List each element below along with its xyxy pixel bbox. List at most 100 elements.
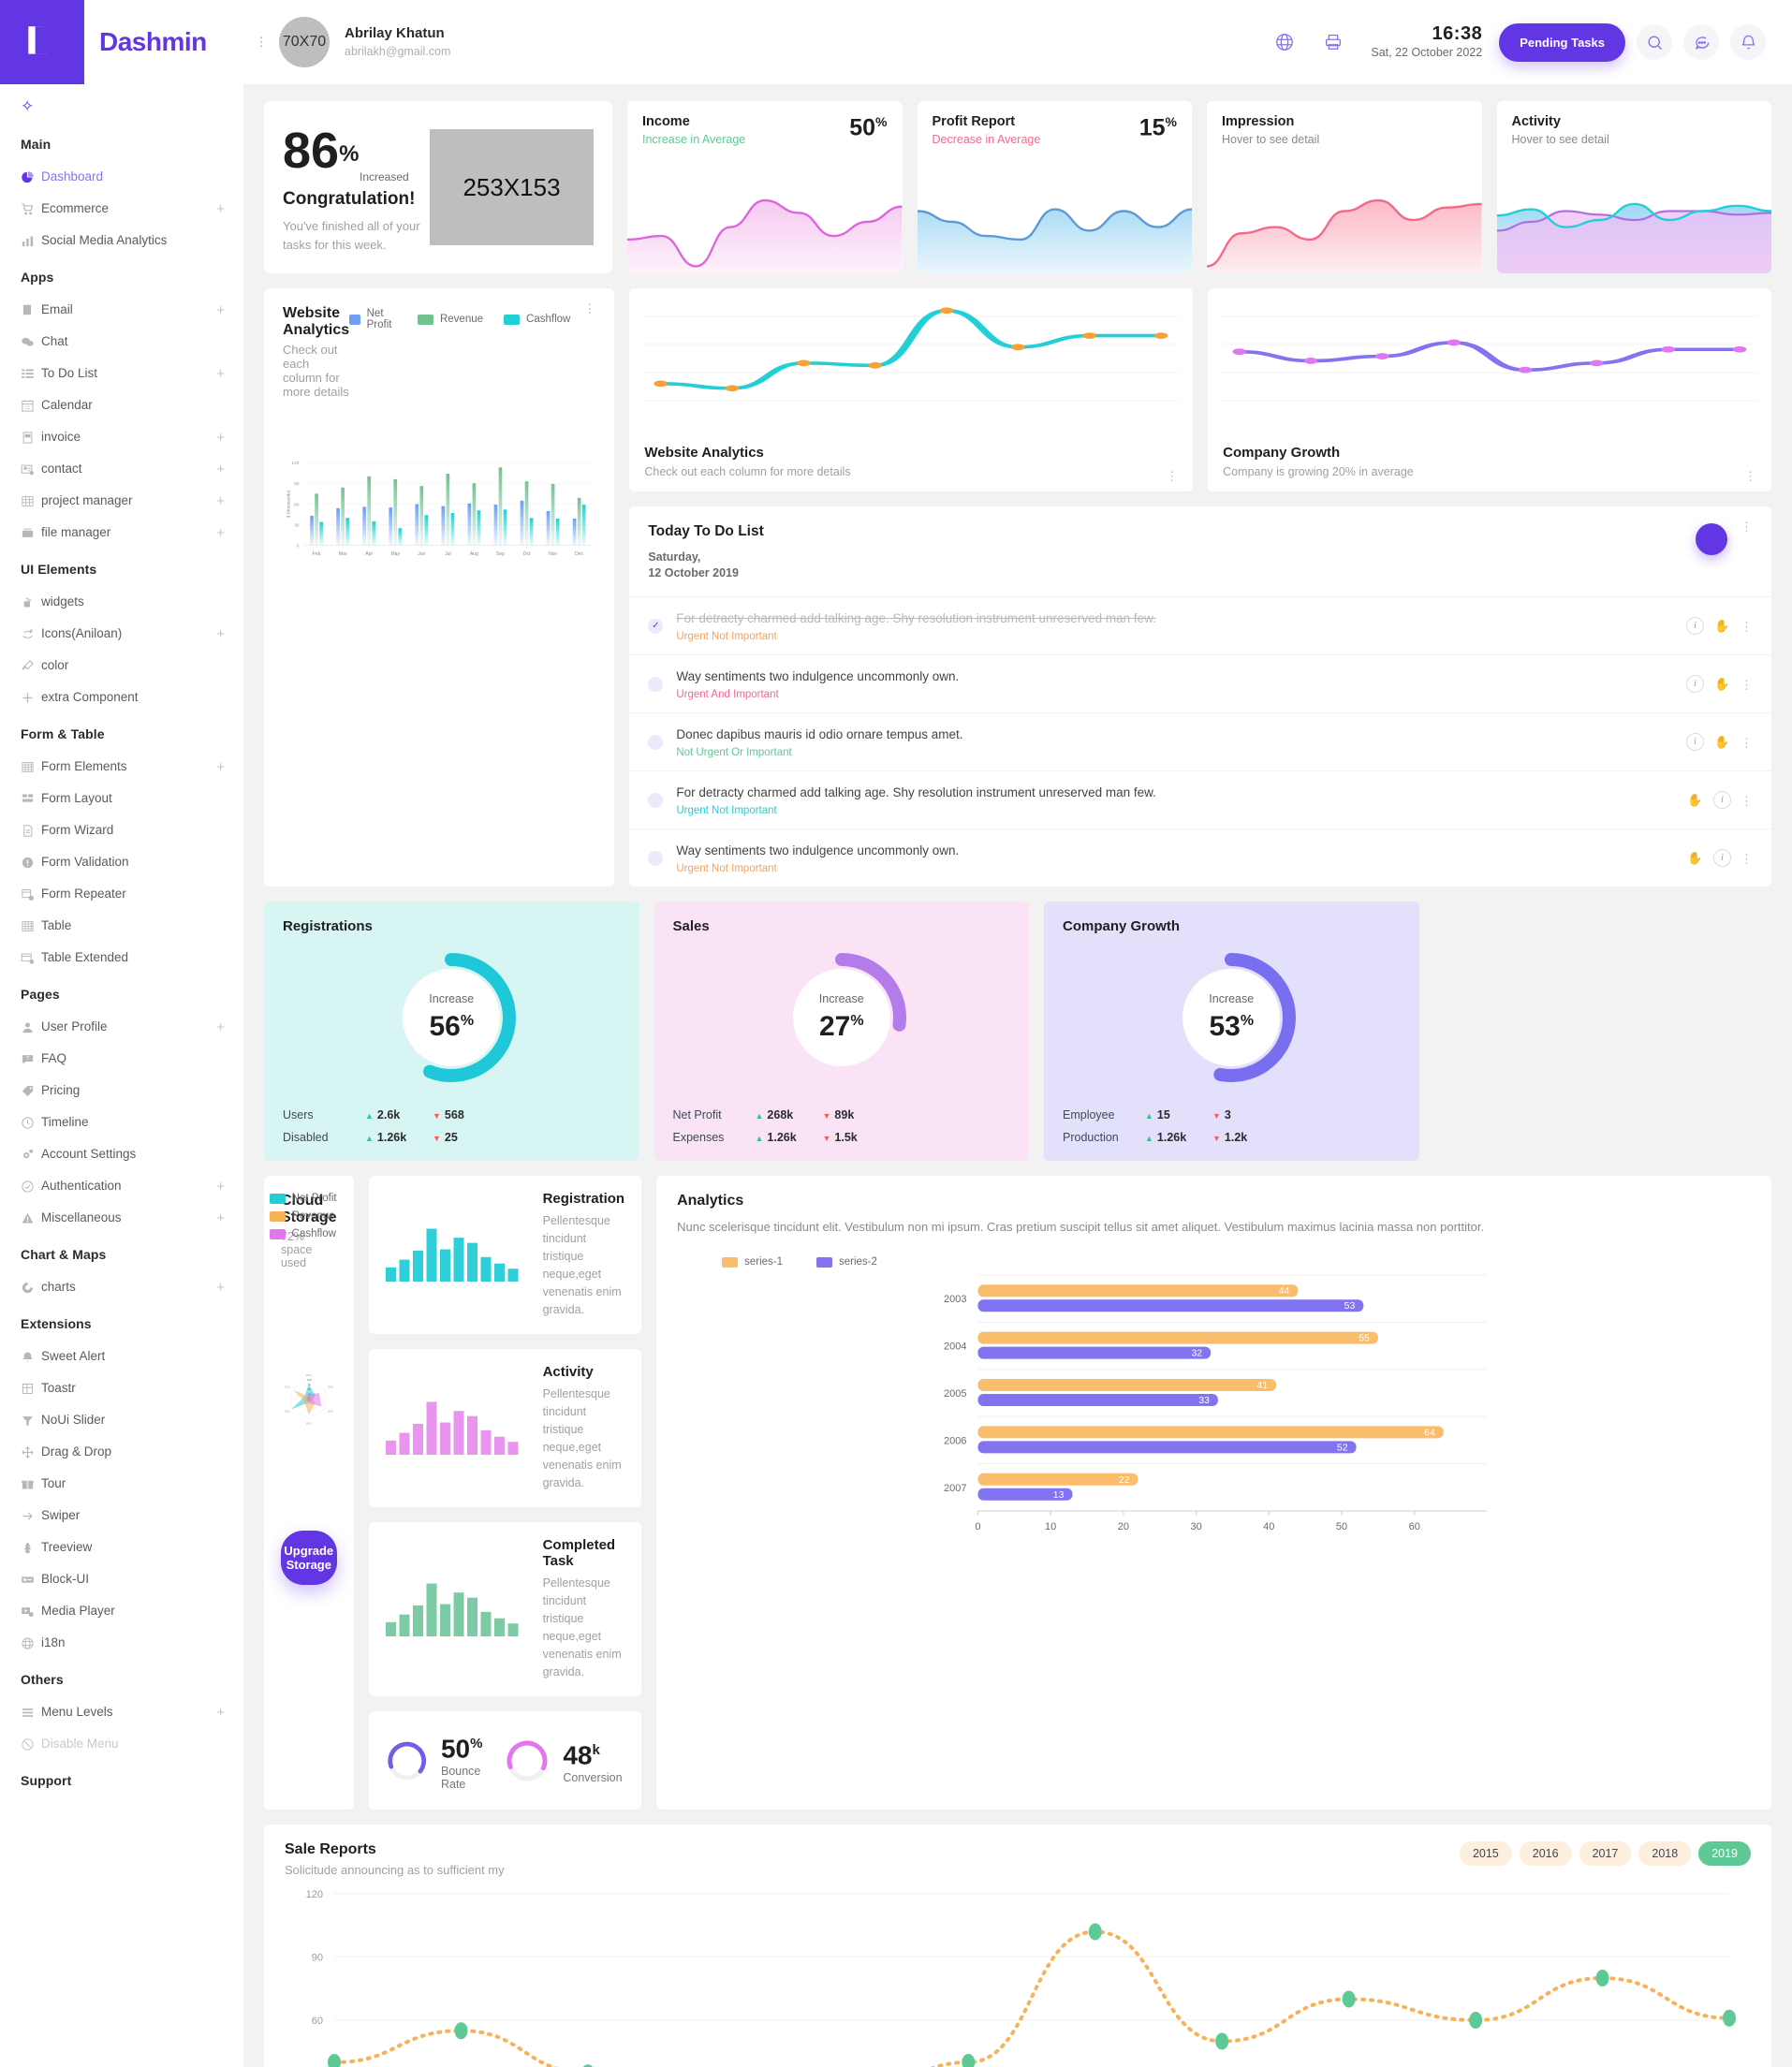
upgrade-storage-button[interactable]: Upgrade Storage <box>281 1531 337 1585</box>
sidebar-item-noui-slider[interactable]: NoUi Slider <box>0 1404 243 1436</box>
todo-list-item[interactable]: ✓ For detracty charmed add talking age. S… <box>629 597 1771 655</box>
todo-checkbox[interactable] <box>648 850 664 866</box>
pending-tasks-button[interactable]: Pending Tasks <box>1499 22 1625 62</box>
sidebar-item-authentication[interactable]: Authentication + <box>0 1170 243 1202</box>
sidebar-item-extra-component[interactable]: extra Component <box>0 682 243 713</box>
expand-plus-icon[interactable]: + <box>216 1281 225 1295</box>
expand-plus-icon[interactable]: + <box>216 462 225 476</box>
hand-icon[interactable]: ✋ <box>1713 733 1731 751</box>
todo-checkbox[interactable]: ✓ <box>648 618 664 634</box>
sidebar-item-to-do-list[interactable]: To Do List + <box>0 358 243 389</box>
expand-plus-icon[interactable]: + <box>216 627 225 641</box>
hand-icon[interactable]: ✋ <box>1713 617 1731 635</box>
sidebar-item-calendar[interactable]: Calendar <box>0 389 243 421</box>
sidebar-item-timeline[interactable]: Timeline <box>0 1107 243 1138</box>
sidebar-item-treeview[interactable]: Treeview <box>0 1532 243 1563</box>
avatar[interactable]: 70X70 <box>279 17 330 67</box>
sidebar-item-social-media-analytics[interactable]: Social Media Analytics <box>0 225 243 257</box>
sidebar-item-table-extended[interactable]: Table Extended <box>0 942 243 974</box>
legend-item[interactable]: Cashflow <box>504 314 570 325</box>
info-icon[interactable]: i <box>1686 675 1704 693</box>
year-pill-2017[interactable]: 2017 <box>1579 1841 1632 1867</box>
sidebar-item-email[interactable]: Email + <box>0 294 243 326</box>
sidebar-item-ecommerce[interactable]: Ecommerce + <box>0 193 243 225</box>
sidebar-item-media-player[interactable]: Media Player <box>0 1595 243 1627</box>
todo-checkbox[interactable] <box>648 792 664 808</box>
todo-add-button[interactable] <box>1696 523 1727 555</box>
expand-plus-icon[interactable]: + <box>216 1211 225 1225</box>
more-vertical-icon[interactable]: ⋮ <box>243 36 279 48</box>
sidebar-item-form-elements[interactable]: Form Elements + <box>0 751 243 783</box>
legend-item[interactable]: Net Profit <box>269 1193 337 1204</box>
sidebar-item-form-validation[interactable]: Form Validation <box>0 846 243 878</box>
expand-plus-icon[interactable]: + <box>216 202 225 216</box>
hand-icon[interactable]: ✋ <box>1686 791 1704 809</box>
expand-plus-icon[interactable]: + <box>216 303 225 317</box>
sidebar-item-tour[interactable]: Tour <box>0 1468 243 1500</box>
brand[interactable]: Dashmin <box>0 0 243 84</box>
sidebar-item-contact[interactable]: contact + <box>0 453 243 485</box>
year-pill-2019[interactable]: 2019 <box>1698 1841 1751 1867</box>
more-vertical-icon[interactable]: ⋮ <box>1741 621 1753 633</box>
sidebar-item-chat[interactable]: Chat <box>0 326 243 358</box>
todo-checkbox[interactable] <box>648 734 664 750</box>
message-icon[interactable] <box>1683 24 1719 60</box>
year-pill-2015[interactable]: 2015 <box>1459 1841 1512 1867</box>
legend-item[interactable]: Revenue <box>269 1210 337 1222</box>
info-icon[interactable]: i <box>1686 733 1704 751</box>
expand-plus-icon[interactable]: + <box>216 494 225 508</box>
sidebar-item-table[interactable]: Table <box>0 910 243 942</box>
more-vertical-icon[interactable]: ⋮ <box>1741 679 1753 691</box>
more-vertical-icon[interactable]: ⋮ <box>1741 737 1753 749</box>
more-vertical-icon[interactable]: ⋮ <box>1166 470 1178 482</box>
legend-item[interactable]: Net Profit <box>349 308 397 330</box>
sidebar-item-i18n[interactable]: i18n <box>0 1627 243 1659</box>
hand-icon[interactable]: ✋ <box>1686 849 1704 867</box>
sidebar-item-toastr[interactable]: Toastr <box>0 1372 243 1404</box>
todo-list-item[interactable]: Way sentiments two indulgence uncommonly… <box>629 829 1771 887</box>
expand-plus-icon[interactable]: + <box>216 1180 225 1194</box>
sidebar-item-form-layout[interactable]: Form Layout <box>0 783 243 814</box>
more-vertical-icon[interactable]: ⋮ <box>1744 470 1756 482</box>
sidebar-item-sweet-alert[interactable]: Sweet Alert <box>0 1341 243 1372</box>
more-vertical-icon[interactable]: ⋮ <box>1741 520 1753 581</box>
expand-plus-icon[interactable]: + <box>216 1020 225 1034</box>
website-analytics-bar-chart[interactable]: 0 30 60 90 120 Feb Mar Apr May Jun Jul Aug Sep Oct Nov… <box>283 399 595 623</box>
sidebar-pin[interactable]: ✧ <box>0 84 243 124</box>
sidebar-item-drag-drop[interactable]: Drag & Drop <box>0 1436 243 1468</box>
sidebar-item-pricing[interactable]: Pricing <box>0 1075 243 1107</box>
todo-list-item[interactable]: Donec dapibus mauris id odio ornare temp… <box>629 713 1771 771</box>
sidebar-item-form-repeater[interactable]: Form Repeater <box>0 878 243 910</box>
sidebar-item-user-profile[interactable]: User Profile + <box>0 1011 243 1043</box>
legend-item[interactable]: Cashflow <box>269 1228 337 1239</box>
todo-list-item[interactable]: Way sentiments two indulgence uncommonly… <box>629 655 1771 713</box>
expand-plus-icon[interactable]: + <box>216 760 225 774</box>
more-vertical-icon[interactable]: ⋮ <box>1741 795 1753 807</box>
info-icon[interactable]: i <box>1686 617 1704 635</box>
sidebar-item-account-settings[interactable]: Account Settings <box>0 1138 243 1170</box>
sidebar-item-widgets[interactable]: widgets <box>0 586 243 618</box>
more-vertical-icon[interactable]: ⋮ <box>583 302 595 315</box>
year-pill-2016[interactable]: 2016 <box>1519 1841 1572 1867</box>
sidebar-item-block-ui[interactable]: Block-UI <box>0 1563 243 1595</box>
sidebar-item-miscellaneous[interactable]: Miscellaneous + <box>0 1202 243 1234</box>
sidebar-item-form-wizard[interactable]: Form Wizard <box>0 814 243 846</box>
expand-plus-icon[interactable]: + <box>216 526 225 540</box>
sidebar-item-file-manager[interactable]: file manager + <box>0 517 243 549</box>
year-pill-2018[interactable]: 2018 <box>1638 1841 1692 1867</box>
sidebar-item-charts[interactable]: charts + <box>0 1271 243 1303</box>
hand-icon[interactable]: ✋ <box>1713 675 1731 693</box>
bell-icon[interactable] <box>1730 24 1766 60</box>
legend-item[interactable]: series-2 <box>816 1256 877 1268</box>
sidebar-item-project-manager[interactable]: project manager + <box>0 485 243 517</box>
globe-icon[interactable] <box>1269 26 1300 58</box>
expand-plus-icon[interactable]: + <box>216 431 225 445</box>
sidebar-item-swiper[interactable]: Swiper <box>0 1500 243 1532</box>
printer-icon[interactable] <box>1317 26 1349 58</box>
info-icon[interactable]: i <box>1713 849 1731 867</box>
sidebar-item-menu-levels[interactable]: Menu Levels + <box>0 1696 243 1728</box>
info-icon[interactable]: i <box>1713 791 1731 809</box>
sale-reports-line-chart[interactable]: 0306090120JanFebMarAprMayJunJulAugSepOct… <box>285 1877 1751 2067</box>
more-vertical-icon[interactable]: ⋮ <box>1741 853 1753 865</box>
todo-checkbox[interactable] <box>648 676 664 692</box>
